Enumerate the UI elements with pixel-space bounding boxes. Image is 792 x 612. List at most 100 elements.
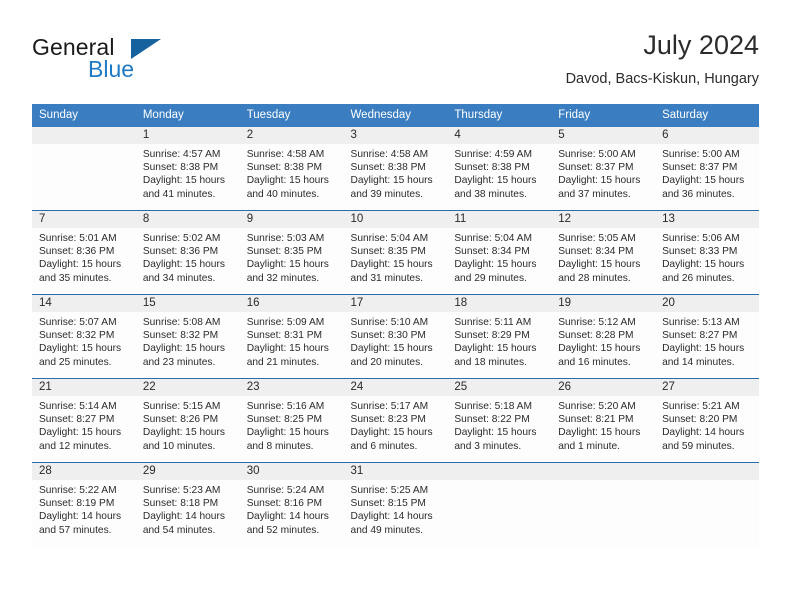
sunrise-text: Sunrise: 5:11 AM [454,317,532,328]
daylight-text: Daylight: 15 hours [246,343,329,355]
daylight-text: and 40 minutes. [246,188,320,200]
calendar-day-cell[interactable]: 12 Sunrise: 5:05 AM Sunset: 8:34 PM Dayligh… [551,210,656,295]
calendar-day-cell[interactable]: 23 Sunrise: 5:16 AM Sunset: 8:25 PM Dayligh… [239,378,344,463]
sunset-text: Sunset: 8:32 PM [142,330,219,342]
calendar-day-cell[interactable]: 1 Sunrise: 4:57 AM Sunset: 8:38 PM Daylight… [135,127,240,211]
day-cell-details: Sunrise: 5:17 AM Sunset: 8:23 PM Daylight:… [344,396,448,453]
calendar-day-cell[interactable]: 7 Sunrise: 5:01 AM Sunset: 8:36 PM Daylight… [32,210,136,295]
sunrise-text: Sunrise: 4:58 AM [350,149,429,160]
sunrise-text: Sunrise: 5:15 AM [142,401,221,412]
daylight-text: and 6 minutes. [350,440,418,452]
calendar-day-cell[interactable]: 31 Sunrise: 5:25 AM Sunset: 8:15 PM Dayligh… [343,462,448,546]
daylight-text: Daylight: 15 hours [454,427,537,439]
day-cell-details: Sunrise: 5:14 AM Sunset: 8:27 PM Daylight:… [32,396,136,453]
calendar-day-cell[interactable]: 20 Sunrise: 5:13 AM Sunset: 8:27 PM Dayligh… [655,294,759,379]
page-subtitle: Davod, Bacs-Kiskun, Hungary [565,71,759,87]
day-cell-details: Sunrise: 5:04 AM Sunset: 8:35 PM Daylight:… [344,228,448,285]
daylight-text: Daylight: 15 hours [350,343,433,355]
calendar-day-cell[interactable]: 29 Sunrise: 5:23 AM Sunset: 8:18 PM Dayligh… [135,462,240,546]
sunrise-text: Sunrise: 5:23 AM [142,485,221,496]
day-cell-inner: 4 Sunrise: 4:59 AM Sunset: 8:38 PM Daylight… [447,127,552,210]
day-cell-inner: 29 Sunrise: 5:23 AM Sunset: 8:18 PM Dayligh… [135,463,240,546]
day-cell-inner: 16 Sunrise: 5:09 AM Sunset: 8:31 PM Dayligh… [239,295,344,378]
day-number: 12 [551,211,656,228]
calendar-day-cell[interactable]: 30 Sunrise: 5:24 AM Sunset: 8:16 PM Dayligh… [239,462,344,546]
day-cell-details: Sunrise: 5:20 AM Sunset: 8:21 PM Daylight:… [551,396,655,453]
day-number: 10 [343,211,448,228]
calendar-day-cell[interactable]: 4 Sunrise: 4:59 AM Sunset: 8:38 PM Daylight… [447,127,552,211]
title-block: July 2024 Davod, Bacs-Kiskun, Hungary [566,28,759,89]
daylight-text: and 35 minutes. [39,272,112,284]
calendar-empty-cell [32,127,136,211]
calendar-day-cell[interactable]: 26 Sunrise: 5:20 AM Sunset: 8:21 PM Dayligh… [551,378,656,463]
day-cell-details [32,144,136,148]
sunrise-text: Sunrise: 5:03 AM [246,233,325,244]
sunset-text: Sunset: 8:21 PM [558,414,634,426]
sunset-text: Sunset: 8:38 PM [454,162,530,174]
calendar-day-cell[interactable]: 6 Sunrise: 5:00 AM Sunset: 8:37 PM Daylight… [655,127,759,211]
sunset-text: Sunset: 8:31 PM [246,330,323,342]
day-cell-inner: 25 Sunrise: 5:18 AM Sunset: 8:22 PM Dayligh… [447,379,552,462]
calendar-empty-cell [551,462,656,546]
daylight-text: Daylight: 14 hours [39,511,122,523]
sunrise-text: Sunrise: 5:09 AM [246,317,325,328]
calendar-day-cell[interactable]: 14 Sunrise: 5:07 AM Sunset: 8:32 PM Dayligh… [32,294,136,379]
sunset-text: Sunset: 8:18 PM [142,498,219,510]
sunset-text: Sunset: 8:19 PM [39,498,115,510]
calendar-day-cell[interactable]: 28 Sunrise: 5:22 AM Sunset: 8:19 PM Dayligh… [32,462,136,546]
sunrise-text: Sunrise: 4:57 AM [142,149,221,160]
calendar-body: 1 Sunrise: 4:57 AM Sunset: 8:38 PM Daylight… [32,127,759,546]
day-number: 5 [551,127,656,144]
calendar-day-cell[interactable]: 11 Sunrise: 5:04 AM Sunset: 8:34 PM Dayligh… [447,210,552,295]
day-cell-inner: 26 Sunrise: 5:20 AM Sunset: 8:21 PM Dayligh… [551,379,656,462]
calendar-day-cell[interactable]: 27 Sunrise: 5:21 AM Sunset: 8:20 PM Dayligh… [655,378,759,463]
day-cell-details: Sunrise: 4:57 AM Sunset: 8:38 PM Daylight:… [136,144,240,201]
daylight-text: Daylight: 15 hours [246,427,329,439]
weekday-header-saturday: Saturday [655,104,759,127]
calendar-day-cell[interactable]: 17 Sunrise: 5:10 AM Sunset: 8:30 PM Dayligh… [343,294,448,379]
calendar-day-cell[interactable]: 10 Sunrise: 5:04 AM Sunset: 8:35 PM Dayligh… [343,210,448,295]
calendar-day-cell[interactable]: 3 Sunrise: 4:58 AM Sunset: 8:38 PM Daylight… [343,127,448,211]
sunset-text: Sunset: 8:15 PM [350,498,426,510]
day-cell-inner: 6 Sunrise: 5:00 AM Sunset: 8:37 PM Daylight… [655,127,759,210]
day-cell-inner [32,127,136,210]
day-number: 20 [655,295,759,312]
calendar-day-cell[interactable]: 9 Sunrise: 5:03 AM Sunset: 8:35 PM Daylight… [239,210,344,295]
day-number [551,463,656,480]
daylight-text: and 54 minutes. [142,524,216,536]
day-cell-details: Sunrise: 5:05 AM Sunset: 8:34 PM Daylight:… [551,228,655,285]
day-number: 6 [655,127,759,144]
calendar-day-cell[interactable]: 22 Sunrise: 5:15 AM Sunset: 8:26 PM Dayligh… [135,378,240,463]
calendar-day-cell[interactable]: 21 Sunrise: 5:14 AM Sunset: 8:27 PM Dayligh… [32,378,136,463]
day-cell-details: Sunrise: 5:25 AM Sunset: 8:15 PM Daylight:… [344,480,448,537]
day-number: 27 [655,379,759,396]
calendar-day-cell[interactable]: 2 Sunrise: 4:58 AM Sunset: 8:38 PM Daylight… [239,127,344,211]
sunrise-text: Sunrise: 5:04 AM [350,233,429,244]
day-cell-inner: 31 Sunrise: 5:25 AM Sunset: 8:15 PM Dayligh… [343,463,448,546]
daylight-text: Daylight: 15 hours [350,259,433,271]
sunrise-text: Sunrise: 5:08 AM [142,317,221,328]
calendar-day-cell[interactable]: 8 Sunrise: 5:02 AM Sunset: 8:36 PM Daylight… [135,210,240,295]
sunrise-text: Sunrise: 5:13 AM [662,317,740,328]
day-number: 11 [447,211,552,228]
calendar-day-cell[interactable]: 25 Sunrise: 5:18 AM Sunset: 8:22 PM Dayligh… [447,378,552,463]
sunrise-text: Sunrise: 4:58 AM [246,149,325,160]
calendar-day-cell[interactable]: 16 Sunrise: 5:09 AM Sunset: 8:31 PM Dayligh… [239,294,344,379]
sunset-text: Sunset: 8:37 PM [662,162,738,174]
calendar-day-cell[interactable]: 5 Sunrise: 5:00 AM Sunset: 8:37 PM Daylight… [551,127,656,211]
calendar-day-cell[interactable]: 24 Sunrise: 5:17 AM Sunset: 8:23 PM Dayligh… [343,378,448,463]
daylight-text: Daylight: 15 hours [142,343,225,355]
calendar-day-cell[interactable]: 18 Sunrise: 5:11 AM Sunset: 8:29 PM Dayligh… [447,294,552,379]
calendar-grid: Sunday Monday Tuesday Wednesday Thursday… [32,104,759,546]
weekday-header-row: Sunday Monday Tuesday Wednesday Thursday… [32,104,759,127]
sunrise-text: Sunrise: 5:00 AM [558,149,636,160]
calendar-week-row: 7 Sunrise: 5:01 AM Sunset: 8:36 PM Daylight… [32,210,759,295]
calendar-day-cell[interactable]: 15 Sunrise: 5:08 AM Sunset: 8:32 PM Dayligh… [135,294,240,379]
daylight-text: Daylight: 15 hours [246,175,329,187]
day-cell-details: Sunrise: 4:59 AM Sunset: 8:38 PM Daylight:… [447,144,551,201]
day-cell-inner: 20 Sunrise: 5:13 AM Sunset: 8:27 PM Dayligh… [655,295,759,378]
day-number: 23 [239,379,344,396]
calendar-day-cell[interactable]: 13 Sunrise: 5:06 AM Sunset: 8:33 PM Dayligh… [655,210,759,295]
calendar-day-cell[interactable]: 19 Sunrise: 5:12 AM Sunset: 8:28 PM Dayligh… [551,294,656,379]
daylight-text: and 8 minutes. [246,440,314,452]
